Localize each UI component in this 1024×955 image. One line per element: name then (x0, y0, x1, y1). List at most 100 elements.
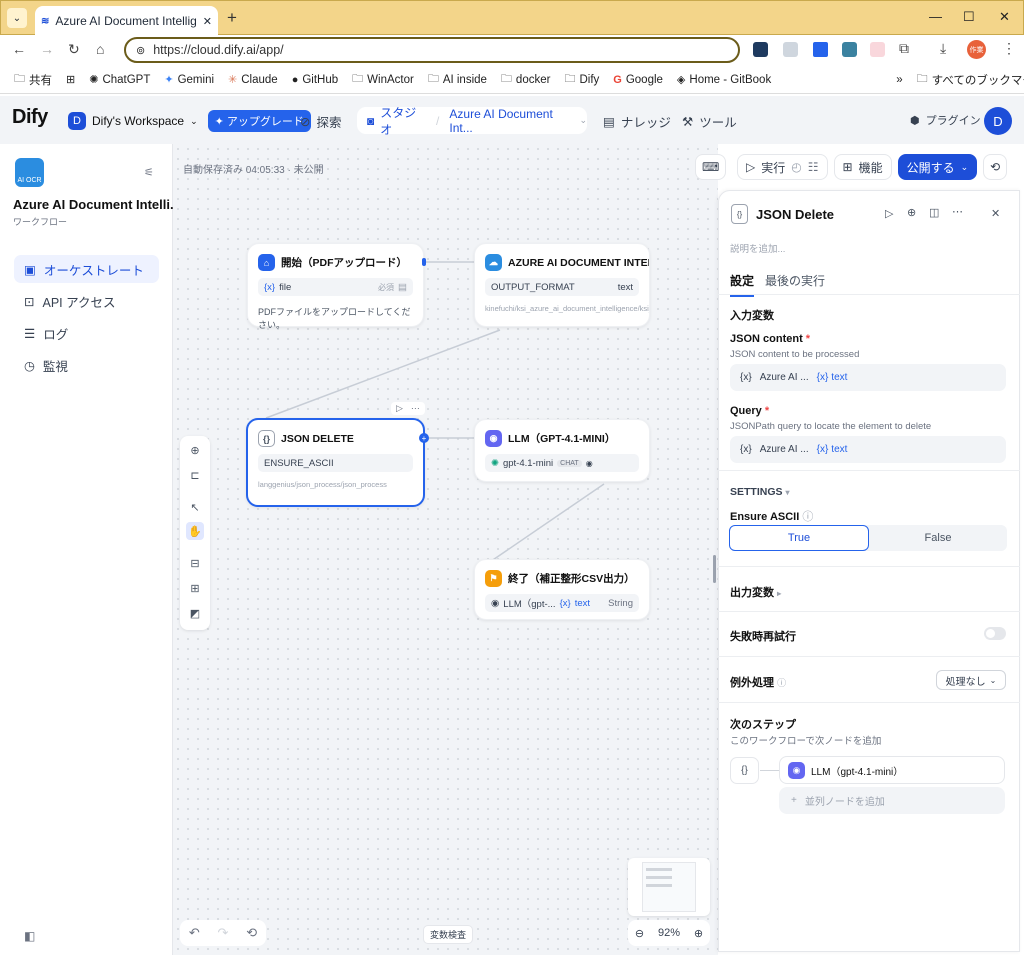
organize-blocks-icon[interactable]: ⊞ (186, 579, 204, 597)
minimap[interactable] (628, 858, 710, 916)
publish-button[interactable]: 公開する ⌄ (897, 154, 978, 180)
pointer-icon[interactable]: ↖ (186, 498, 204, 516)
node-start[interactable]: ⌂ 開始（PDFアップロード） {x} file 必須 ▤ PDFファイルをアップロード… (247, 243, 424, 330)
variable-inspect-button[interactable]: 変数検査 (423, 925, 474, 944)
node-azure-document[interactable]: ☁ AZURE AI DOCUMENT INTELLI OUTPUT_FORMAT… (474, 243, 650, 327)
env-variables-button[interactable]: ⌨ (695, 154, 727, 180)
version-history-button[interactable]: ⟲ (983, 154, 1008, 180)
ensure-ascii-label: Ensure ASCII ⓘ (730, 511, 814, 523)
description-input[interactable]: 説明を追加... (730, 241, 785, 255)
add-parallel-node-button[interactable]: + 並列ノードを追加 (779, 787, 1005, 814)
plus-icon: + (791, 795, 797, 806)
variable-icon: {x} (740, 372, 752, 383)
json-file-icon: {} (258, 430, 275, 447)
run-step-icon[interactable]: ▷ (885, 207, 893, 220)
tab-last-run[interactable]: 最後の実行 (765, 272, 825, 289)
retry-switch[interactable] (984, 627, 1006, 640)
add-note-icon[interactable]: ⊏ (186, 466, 204, 484)
variable-icon: {x} (264, 281, 276, 293)
variable-icon: {x} (740, 444, 752, 455)
history-icon[interactable]: ◴ (791, 160, 801, 174)
json-content-label: JSON content * (730, 333, 811, 345)
next-step-heading: 次のステップ (730, 719, 796, 731)
query-field[interactable]: {x} Azure AI ... {x} text (730, 436, 1006, 463)
node-llm[interactable]: ◉ LLM（GPT-4.1-MINI） ✺ gpt-4.1-mini CHAT ◉ (474, 419, 650, 482)
canvas-top-actions: ⌨ (695, 154, 727, 180)
false-option[interactable]: False (869, 525, 1007, 551)
history-icon: ⟲ (990, 160, 1001, 174)
node-output-handle[interactable] (422, 258, 426, 266)
split-view-icon[interactable]: ◫ (929, 206, 939, 219)
json-content-field[interactable]: {x} Azure AI ... {x} text (730, 364, 1006, 391)
canvas-toolbar: ⊕ ⊏ ↖ ✋ ⊟ ⊞ ◩ (180, 436, 210, 630)
variable-icon: {x} (816, 372, 829, 383)
play-icon: ▷ (746, 160, 756, 174)
query-desc: JSONPath query to locate the element to … (730, 421, 932, 432)
node-json-delete[interactable]: {} JSON DELETE ENSURE_ASCII langgenius/js… (246, 418, 425, 507)
add-node-icon[interactable]: ⊕ (186, 441, 204, 459)
chevron-down-icon: ⌄ (989, 675, 997, 685)
eye-icon: ◉ (585, 458, 593, 468)
node-actions: ▷ ⋯ (391, 402, 425, 415)
zoom-in-icon[interactable]: ⊕ (694, 927, 703, 940)
divider (718, 611, 1020, 612)
query-label: Query * (730, 405, 770, 417)
variable-icon: {x} (559, 597, 571, 609)
divider (718, 470, 1020, 471)
ensure-ascii-toggle: True False (729, 525, 1007, 551)
close-panel-icon[interactable]: ✕ (991, 207, 1000, 220)
cloud-icon: ☁ (485, 254, 502, 271)
true-option[interactable]: True (729, 525, 869, 551)
input-vars-heading: 入力変数 (730, 310, 774, 322)
more-icon[interactable]: ⋯ (411, 403, 420, 414)
settings-section-toggle[interactable]: SETTINGS ▾ (730, 486, 789, 498)
retry-label: 失敗時再試行 (730, 631, 796, 643)
end-flag-icon: ⚑ (485, 570, 502, 587)
llm-icon: ◉ (485, 430, 502, 447)
llm-icon: ◉ (788, 761, 805, 779)
llm-small-icon: ◉ (491, 597, 500, 609)
help-icon[interactable]: ⊕ (907, 206, 916, 219)
variable-icon: {x} (816, 444, 829, 455)
checklist-icon[interactable]: ☷ (808, 160, 819, 174)
info-icon: ⓘ (802, 511, 814, 523)
openai-icon: ✺ (491, 457, 499, 469)
node-settings-panel (718, 190, 1020, 952)
error-handling-label: 例外処理 ⓘ (730, 677, 787, 689)
panel-resize-handle[interactable] (713, 555, 716, 583)
history-icon[interactable]: ⟲ (246, 925, 257, 941)
divider (718, 702, 1020, 703)
redo-icon[interactable]: ↷ (218, 925, 229, 941)
divider (718, 294, 1020, 295)
next-step-desc: このワークフローで次ノードを追加 (730, 736, 882, 747)
divider (718, 656, 1020, 657)
undo-icon[interactable]: ↶ (189, 925, 200, 941)
more-icon[interactable]: ⋯ (952, 205, 963, 218)
env-icon: ⌨ (702, 160, 720, 174)
zoom-out-icon[interactable]: ⊖ (635, 927, 644, 940)
minimap-toggle-icon[interactable]: ◩ (186, 604, 204, 622)
export-image-icon[interactable]: ⊟ (186, 554, 204, 572)
run-node-icon[interactable]: ▷ (396, 403, 403, 414)
divider (718, 566, 1020, 567)
current-node-icon: {} (730, 757, 759, 784)
panel-title[interactable]: JSON Delete (756, 207, 834, 222)
output-vars-toggle[interactable]: 出力変数 ▸ (730, 584, 781, 600)
info-icon: ⓘ (777, 678, 787, 688)
add-next-node-button[interactable]: + (419, 433, 429, 443)
chevron-down-icon: ⌄ (960, 161, 969, 172)
json-file-icon: {} (731, 204, 748, 224)
file-icon: ▤ (398, 281, 407, 293)
history-controls: ↶ ↷ ⟲ (180, 920, 266, 946)
hand-icon[interactable]: ✋ (186, 522, 204, 540)
json-content-desc: JSON content to be processed (730, 349, 860, 360)
connector-line (760, 770, 779, 771)
node-end[interactable]: ⚑ 終了（補正整形CSV出力） ◉ LLM（gpt-... {x} text String (474, 559, 650, 620)
run-button[interactable]: ▷ 実行 ◴ ☷ (737, 154, 828, 180)
error-handling-select[interactable]: 処理なし ⌄ (936, 670, 1006, 690)
features-icon: ⊞ (842, 160, 853, 174)
canvas-run-actions: ▷ 実行 ◴ ☷ ⊞ 機能 公開する ⌄ ⟲ (737, 154, 1008, 180)
zoom-control[interactable]: ⊖ 92% ⊕ (628, 920, 710, 946)
next-node-item[interactable]: ◉ LLM（gpt-4.1-mini） (779, 756, 1005, 784)
features-button[interactable]: ⊞ 機能 (833, 154, 892, 180)
